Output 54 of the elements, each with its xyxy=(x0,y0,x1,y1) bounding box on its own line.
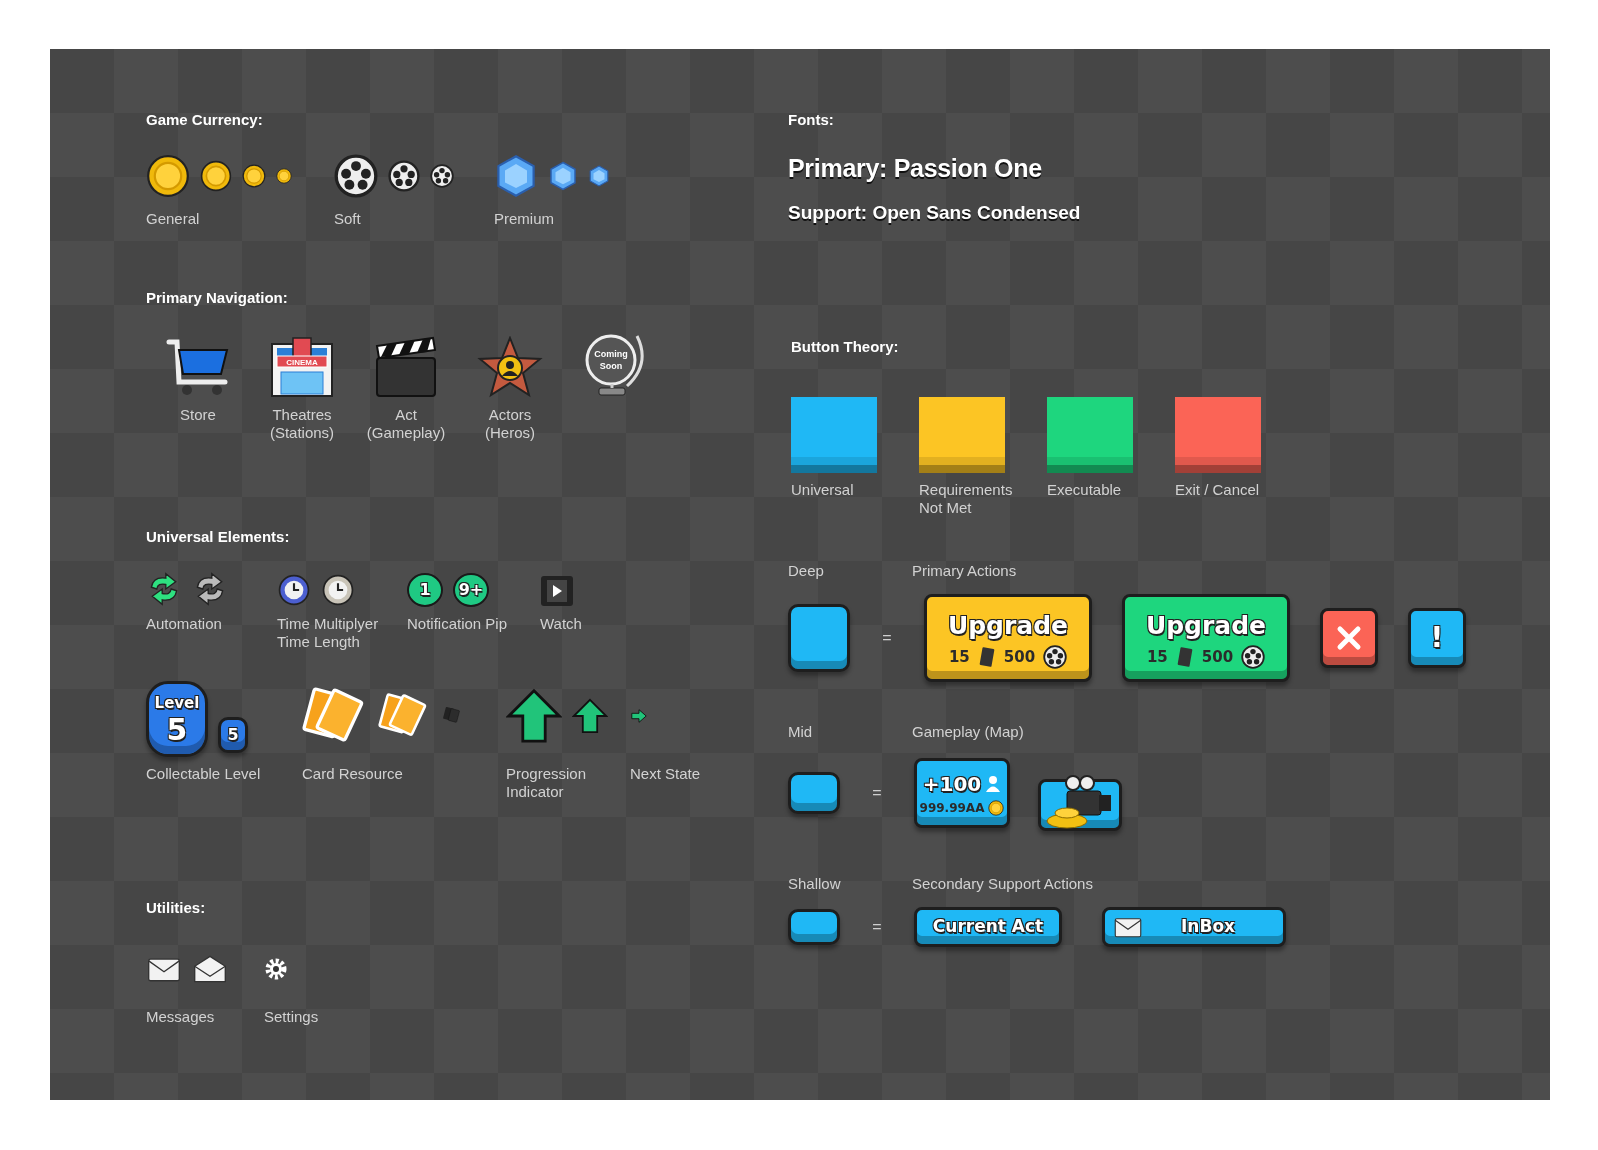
caption: Messages xyxy=(146,1007,216,1026)
notification-badge: 9+ xyxy=(453,572,489,607)
caption: Time Length xyxy=(277,632,361,651)
upgrade-button[interactable]: Upgrade 15 500 xyxy=(924,594,1092,682)
caption: Store xyxy=(180,405,216,424)
section-heading: Button Theory: xyxy=(791,337,900,357)
caption: Card Resource xyxy=(302,764,404,783)
equals-sign: = xyxy=(871,917,883,937)
sign-text: Soon xyxy=(599,360,623,371)
caption: Exit / Cancel xyxy=(1175,480,1261,499)
caption: Time Multiplyer xyxy=(277,614,380,633)
equals-sign: = xyxy=(871,783,883,803)
caption: Executable xyxy=(1047,480,1123,499)
caption: Indicator xyxy=(506,782,565,801)
level-badge: 5 xyxy=(218,716,248,753)
caption: Settings xyxy=(264,1007,320,1026)
category-label: Gameplay (Map) xyxy=(912,723,1024,741)
caption: Premium xyxy=(494,209,555,228)
category-label: Secondary Support Actions xyxy=(912,875,1093,893)
caption: Not Met xyxy=(919,498,973,517)
reward-button[interactable]: +100 999.99AA xyxy=(914,758,1010,828)
depth-label: Deep xyxy=(788,562,825,580)
upgrade-button[interactable]: Upgrade 15 500 xyxy=(1122,594,1290,682)
caption: Universal xyxy=(791,480,855,499)
sign-text: CINEMA xyxy=(286,357,318,367)
caption: General xyxy=(146,209,201,228)
caption: Actors xyxy=(488,405,532,424)
equals-sign: = xyxy=(881,628,893,648)
depth-label: Shallow xyxy=(788,875,842,893)
notification-badge: 1 xyxy=(407,572,443,607)
caption: Act xyxy=(395,405,417,424)
sign-text: Coming xyxy=(594,348,628,359)
caption: Theatres xyxy=(272,405,332,424)
depth-label: Mid xyxy=(788,723,814,741)
caption: Requirements xyxy=(919,480,1014,499)
caption: (Heros) xyxy=(485,423,535,442)
caption: Collectable Level xyxy=(146,764,262,783)
caption: Automation xyxy=(146,614,223,633)
caption: (Stations) xyxy=(269,423,335,442)
caption: Progression xyxy=(506,764,588,783)
caption: Watch xyxy=(540,614,583,633)
caption: Soft xyxy=(334,209,362,228)
section-heading: Universal Elements: xyxy=(146,527,291,547)
section-heading: Utilities: xyxy=(146,898,207,918)
font-sample: Primary: Passion One xyxy=(788,152,1043,184)
level-badge: Level 5 xyxy=(146,680,208,757)
section-heading: Game Currency: xyxy=(146,110,264,130)
category-label: Primary Actions xyxy=(912,562,1017,580)
caption: Next State xyxy=(630,764,702,783)
caption: Notification Pip xyxy=(407,614,509,633)
caption: (Gameplay) xyxy=(366,423,446,442)
section-heading: Primary Navigation: xyxy=(146,288,289,308)
section-heading: Fonts: xyxy=(788,110,835,130)
font-sample: Support: Open Sans Condensed xyxy=(788,201,1082,225)
